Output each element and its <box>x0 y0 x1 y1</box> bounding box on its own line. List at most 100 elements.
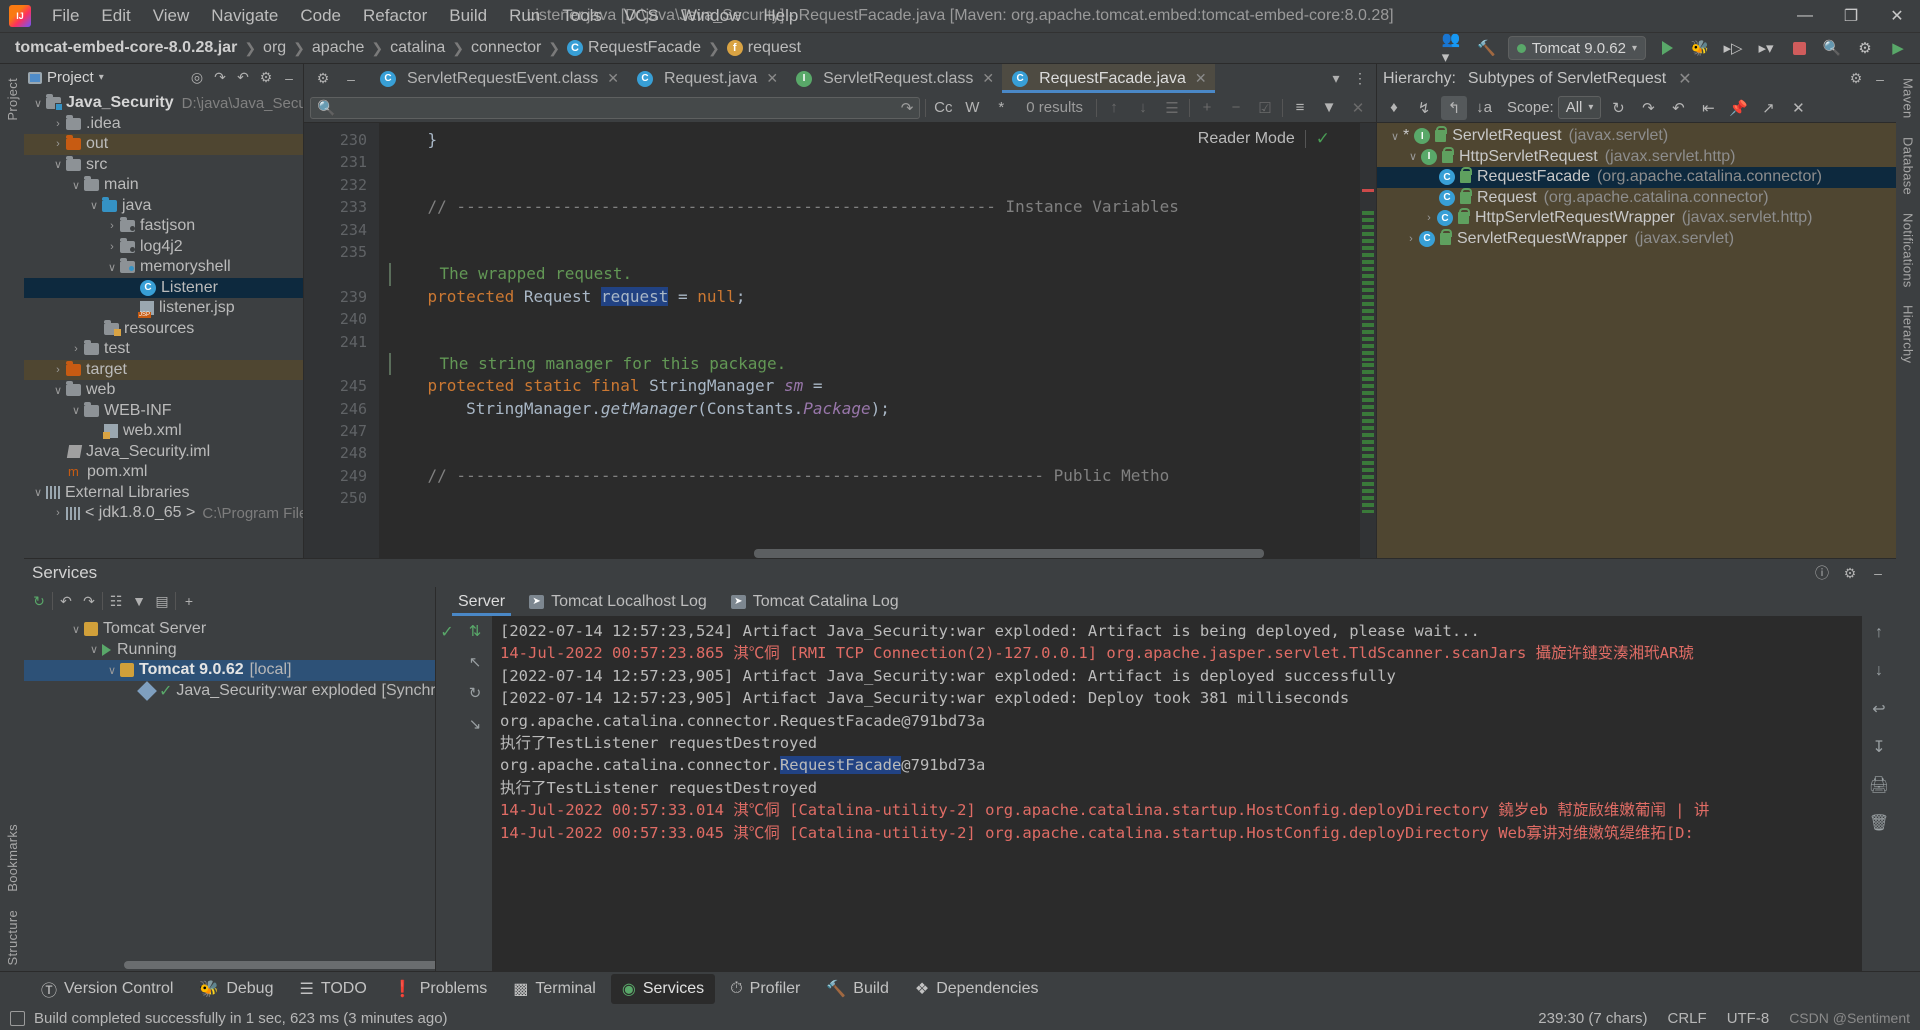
hammer-build-icon[interactable]: 🔨 <box>1475 37 1499 59</box>
editor-tab-request-java[interactable]: C Request.java ✕ <box>627 64 786 93</box>
tree-item-listener[interactable]: C Listener <box>24 277 303 298</box>
tool-button-notifications[interactable]: Notifications <box>1901 207 1916 294</box>
profiler-icon[interactable]: ▸▾ <box>1754 37 1778 59</box>
subtypes-icon[interactable]: ↯ <box>1411 96 1437 120</box>
tree-item-src[interactable]: ∨ src <box>24 155 303 176</box>
match-case-icon[interactable]: Cc <box>931 97 955 119</box>
settings-icon[interactable]: ⚙ <box>256 68 276 88</box>
supertypes-icon[interactable]: ♦ <box>1381 96 1407 120</box>
hide-icon[interactable]: – <box>279 68 299 88</box>
chevron-down-icon[interactable]: ∨ <box>1405 150 1421 163</box>
expand-all-icon[interactable]: ↷ <box>79 591 99 611</box>
hide-icon[interactable]: – <box>341 69 361 89</box>
filter-icon[interactable]: ▼ <box>129 591 149 611</box>
chevron-right-icon[interactable]: › <box>50 364 66 376</box>
settings-icon[interactable]: ⚙ <box>1840 563 1860 583</box>
menu-edit[interactable]: Edit <box>90 2 141 30</box>
inspections-ok-icon[interactable]: ✓ <box>1316 129 1330 149</box>
chevron-down-icon[interactable]: ∨ <box>104 261 120 274</box>
hierarchy-item-servletrequest[interactable]: ∨ * I ServletRequest (javax.servlet) <box>1377 126 1896 147</box>
project-panel-title[interactable]: Project ▾ <box>28 69 104 86</box>
chevron-down-icon[interactable]: ∨ <box>30 97 46 110</box>
service-item-running[interactable]: ∨ Running <box>24 640 435 661</box>
file-encoding[interactable]: UTF-8 <box>1727 1010 1770 1027</box>
help-icon[interactable]: ⓘ <box>1812 563 1832 583</box>
chevron-down-icon[interactable]: ∨ <box>50 158 66 171</box>
console-tab-localhost-log[interactable]: ➤ Tomcat Localhost Log <box>517 588 719 616</box>
tree-item-resources[interactable]: resources <box>24 319 303 340</box>
run-configuration-selector[interactable]: Tomcat 9.0.62 ▾ <box>1507 36 1646 60</box>
settings-icon[interactable]: ⚙ <box>1853 37 1877 59</box>
chevron-right-icon[interactable]: › <box>1421 212 1437 224</box>
breadcrumb-class[interactable]: C RequestFacade <box>564 38 704 58</box>
collapse-all-icon[interactable]: ↶ <box>1665 96 1691 120</box>
reader-mode-indicator[interactable]: Reader Mode ✓ <box>1198 129 1330 149</box>
regex-icon[interactable]: * <box>989 97 1013 119</box>
editor-tab-servletrequest-class[interactable]: I ServletRequest.class ✕ <box>786 64 1002 93</box>
chevron-down-icon[interactable]: ▾ <box>1326 69 1346 89</box>
line-separator[interactable]: CRLF <box>1668 1010 1707 1027</box>
chevron-down-icon[interactable]: ∨ <box>86 643 102 656</box>
menu-view[interactable]: View <box>142 2 201 30</box>
add-line-icon[interactable]: + <box>1195 97 1219 119</box>
up-icon[interactable]: ↖ <box>463 651 487 673</box>
service-item-tomcat-9062[interactable]: ∨ Tomcat 9.0.62 [local] <box>24 660 435 681</box>
hierarchy-item-request[interactable]: C Request (org.apache.catalina.connector… <box>1377 187 1896 209</box>
project-tree[interactable]: ∨ Java_Security D:\java\Java_Security › … <box>24 91 303 558</box>
menu-tools[interactable]: Tools <box>551 2 613 30</box>
menu-vcs[interactable]: VCS <box>613 2 670 30</box>
remove-line-icon[interactable]: − <box>1224 97 1248 119</box>
tool-button-hierarchy[interactable]: Hierarchy <box>1901 299 1916 369</box>
tree-item-memoryshell[interactable]: ∨ memoryshell <box>24 257 303 278</box>
chevron-right-icon[interactable]: › <box>68 343 84 355</box>
class-hierarchy-icon[interactable]: ↰ <box>1441 95 1467 120</box>
select-all-occurrences-icon[interactable]: ☰ <box>1160 97 1184 119</box>
breadcrumb-apache[interactable]: apache <box>309 38 368 58</box>
expand-all-icon[interactable]: ↷ <box>210 68 230 88</box>
tool-button-project[interactable]: Project <box>5 72 20 127</box>
menu-window[interactable]: Window <box>670 2 752 30</box>
tree-item-external-libraries[interactable]: ∨ External Libraries <box>24 483 303 504</box>
tree-item-java[interactable]: ∨ java <box>24 196 303 217</box>
locate-icon[interactable]: ◎ <box>187 68 207 88</box>
print-icon[interactable]: 🖨 <box>1867 774 1891 796</box>
maximize-button[interactable]: ❐ <box>1828 0 1874 33</box>
breadcrumb-org[interactable]: org <box>260 38 289 58</box>
close-icon[interactable]: ✕ <box>1346 97 1370 119</box>
chevron-down-icon[interactable]: ∨ <box>68 404 84 417</box>
services-tree[interactable]: ∨ Tomcat Server ∨ Running ∨ Tomcat 9.0.6… <box>24 615 435 971</box>
menu-help[interactable]: Help <box>752 2 809 30</box>
service-item-war-exploded[interactable]: ✓ Java_Security:war exploded [Synchroniz… <box>24 680 435 702</box>
tree-item-web[interactable]: ∨ web <box>24 380 303 401</box>
menu-file[interactable]: File <box>41 2 90 30</box>
settings-icon[interactable]: ⚙ <box>1846 69 1866 89</box>
down-icon[interactable]: ↘ <box>463 713 487 735</box>
hide-icon[interactable]: – <box>1870 69 1890 89</box>
scrollbar-thumb[interactable] <box>124 961 435 969</box>
menu-navigate[interactable]: Navigate <box>200 2 289 30</box>
tree-item-web-inf[interactable]: ∨ WEB-INF <box>24 401 303 422</box>
restart-icon[interactable]: ↻ <box>463 682 487 704</box>
service-item-tomcat-server[interactable]: ∨ Tomcat Server <box>24 619 435 640</box>
error-stripe-markers[interactable] <box>1360 123 1376 558</box>
close-icon[interactable]: ✕ <box>982 70 994 87</box>
breadcrumb-field[interactable]: f request <box>724 38 804 58</box>
close-icon[interactable]: ✕ <box>1785 96 1811 120</box>
editor-horizontal-scrollbar[interactable] <box>454 549 1344 558</box>
bottom-tab-debug[interactable]: 🐝 Debug <box>188 974 284 1004</box>
toggle-line-icon[interactable]: ☑ <box>1253 97 1277 119</box>
chevron-down-icon[interactable]: ∨ <box>50 384 66 397</box>
debug-icon[interactable]: 🐝 <box>1688 37 1712 59</box>
tree-item-fastjson[interactable]: › fastjson <box>24 216 303 237</box>
hierarchy-item-httpservletrequest[interactable]: ∨ I HttpServletRequest (javax.servlet.ht… <box>1377 146 1896 168</box>
user-group-icon[interactable]: 👥▾ <box>1442 31 1466 66</box>
bottom-tab-problems[interactable]: ❗ Problems <box>382 974 499 1004</box>
bottom-tab-dependencies[interactable]: ❖ Dependencies <box>904 974 1050 1004</box>
more-vertical-icon[interactable]: ⋮ <box>1350 69 1370 89</box>
close-icon[interactable]: ✕ <box>607 70 619 87</box>
minimize-button[interactable]: — <box>1782 0 1828 33</box>
chevron-right-icon[interactable]: › <box>50 507 66 519</box>
tool-button-bookmarks[interactable]: Bookmarks <box>5 818 20 898</box>
bottom-tab-terminal[interactable]: ▩ Terminal <box>502 974 607 1004</box>
tree-item-target[interactable]: › target <box>24 359 303 380</box>
